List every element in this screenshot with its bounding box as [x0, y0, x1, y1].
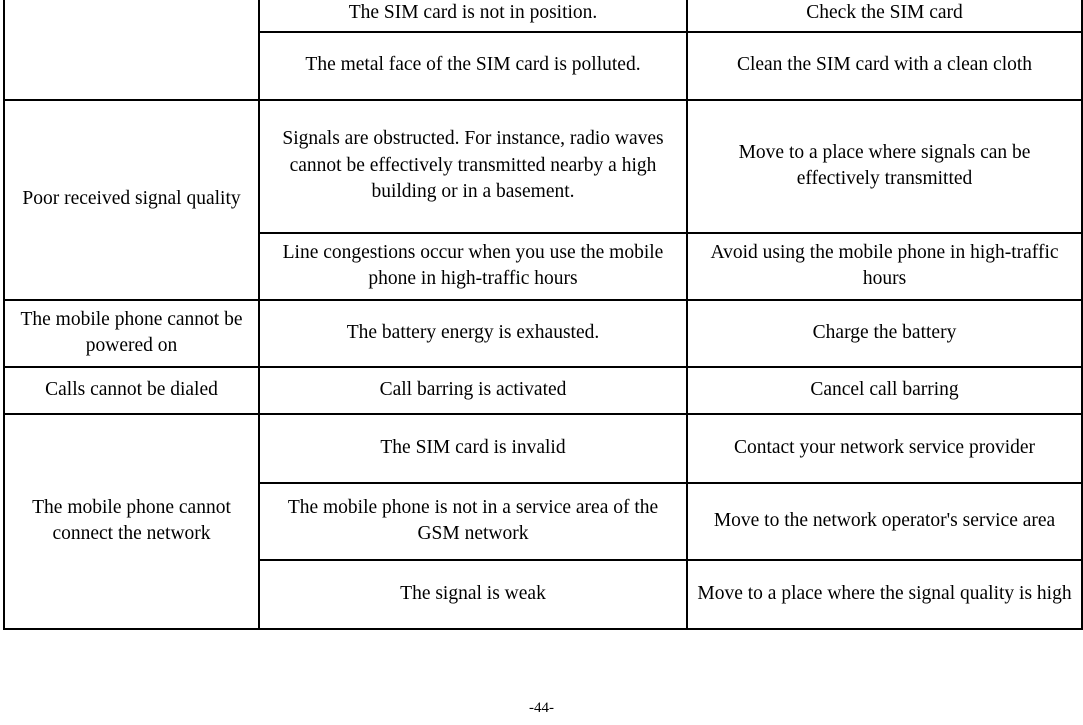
table-row: Calls cannot be dialed Call barring is a…: [3, 365, 1083, 415]
cause-cell: Call barring is activated: [258, 365, 688, 415]
cause-cell: The battery energy is exhausted.: [258, 298, 688, 368]
symptom-cell: Calls cannot be dialed: [3, 365, 260, 415]
symptom-cell: The mobile phone cannot connect the netw…: [3, 412, 260, 630]
troubleshooting-table: The SIM card is not in position. Check t…: [3, 0, 1083, 630]
table-row: The mobile phone cannot be powered on Th…: [3, 298, 1083, 368]
table-row: The mobile phone cannot connect the netw…: [3, 412, 1083, 630]
table-row: Poor received signal quality Signals are…: [3, 98, 1083, 301]
solution-cell: Move to the network operator's service a…: [686, 481, 1083, 561]
page-number: -44-: [529, 700, 554, 716]
solution-cell: Clean the SIM card with a clean cloth: [686, 30, 1083, 101]
solution-cell: Move to a place where signals can be eff…: [686, 98, 1083, 234]
cause-cell: The signal is weak: [258, 558, 688, 630]
cause-cell: The mobile phone is not in a service are…: [258, 481, 688, 561]
cause-cell: The metal face of the SIM card is pollut…: [258, 30, 688, 101]
cause-cell: The SIM card is invalid: [258, 412, 688, 484]
cause-cell: The SIM card is not in position.: [258, 0, 688, 33]
troubleshooting-table-container: The SIM card is not in position. Check t…: [3, 0, 1083, 630]
cause-cell: Line congestions occur when you use the …: [258, 231, 688, 301]
solution-cell: Move to a place where the signal quality…: [686, 558, 1083, 630]
cause-cell: Signals are obstructed. For instance, ra…: [258, 98, 688, 234]
symptom-cell: Poor received signal quality: [3, 98, 260, 301]
symptom-cell: The mobile phone cannot be powered on: [3, 298, 260, 368]
table-row: The SIM card is not in position. Check t…: [3, 0, 1083, 101]
symptom-cell: [3, 0, 260, 101]
page: The SIM card is not in position. Check t…: [0, 0, 1083, 725]
solution-cell: Charge the battery: [686, 298, 1083, 368]
solution-cell: Avoid using the mobile phone in high-tra…: [686, 231, 1083, 301]
solution-cell: Contact your network service provider: [686, 412, 1083, 484]
solution-cell: Cancel call barring: [686, 365, 1083, 415]
solution-cell: Check the SIM card: [686, 0, 1083, 33]
